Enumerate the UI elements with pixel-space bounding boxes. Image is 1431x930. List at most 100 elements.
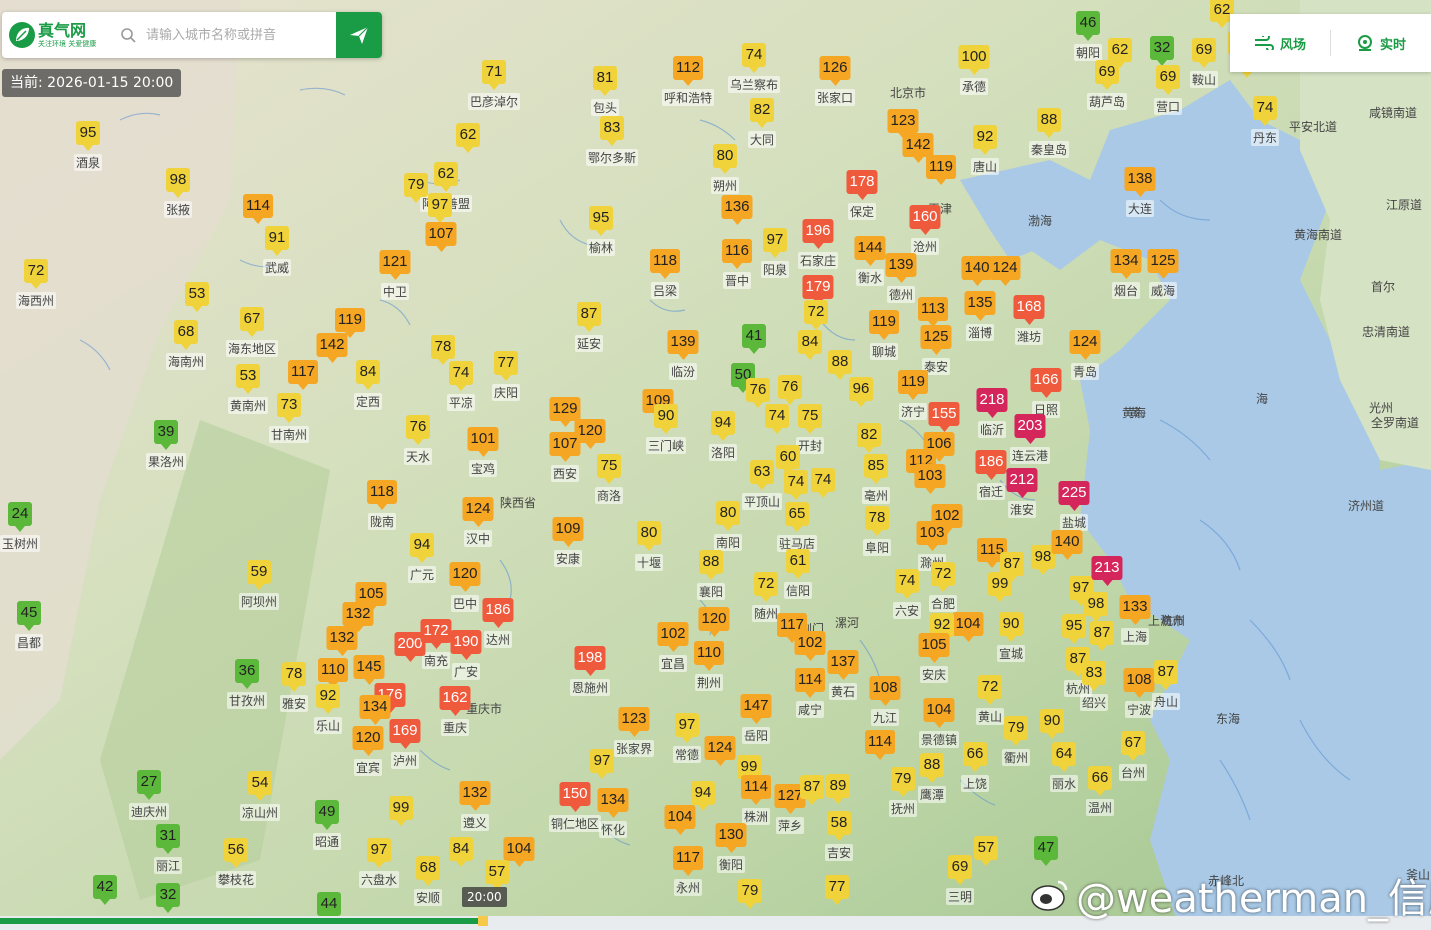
aqi-marker[interactable]: 95 bbox=[1062, 614, 1086, 644]
aqi-marker[interactable]: 74 bbox=[765, 404, 789, 434]
aqi-marker[interactable]: 95 bbox=[76, 121, 100, 151]
aqi-marker[interactable]: 168 bbox=[1013, 295, 1045, 325]
aqi-marker[interactable]: 134 bbox=[359, 695, 391, 725]
aqi-marker[interactable]: 77 bbox=[494, 351, 518, 381]
aqi-marker[interactable]: 125 bbox=[920, 325, 952, 355]
aqi-marker[interactable]: 87 bbox=[1090, 621, 1114, 651]
aqi-marker[interactable]: 68 bbox=[416, 856, 440, 886]
aqi-marker[interactable]: 95 bbox=[589, 206, 613, 236]
aqi-marker[interactable]: 75 bbox=[798, 404, 822, 434]
aqi-marker[interactable]: 73 bbox=[277, 393, 301, 423]
aqi-marker[interactable]: 72 bbox=[978, 675, 1002, 705]
aqi-marker[interactable]: 121 bbox=[379, 250, 411, 280]
aqi-marker[interactable]: 147 bbox=[740, 694, 772, 724]
aqi-marker[interactable]: 88 bbox=[699, 550, 723, 580]
aqi-marker[interactable]: 72 bbox=[804, 300, 828, 330]
aqi-marker[interactable]: 108 bbox=[869, 676, 901, 706]
aqi-marker[interactable]: 114 bbox=[865, 730, 895, 760]
aqi-marker[interactable]: 36 bbox=[235, 659, 259, 689]
aqi-marker[interactable]: 145 bbox=[353, 655, 385, 685]
aqi-marker[interactable]: 100 bbox=[958, 45, 990, 75]
aqi-marker[interactable]: 84 bbox=[449, 837, 473, 867]
aqi-marker[interactable]: 75 bbox=[597, 454, 621, 484]
aqi-marker[interactable]: 61 bbox=[786, 549, 810, 579]
aqi-marker[interactable]: 90 bbox=[654, 404, 678, 434]
aqi-marker[interactable]: 68 bbox=[174, 320, 198, 350]
aqi-marker[interactable]: 124 bbox=[462, 497, 494, 527]
aqi-marker[interactable]: 136 bbox=[721, 195, 753, 225]
realtime-button[interactable]: 实时 bbox=[1331, 14, 1431, 72]
aqi-marker[interactable]: 83 bbox=[1082, 661, 1106, 691]
search-submit-button[interactable] bbox=[336, 12, 382, 58]
aqi-marker[interactable]: 198 bbox=[574, 646, 606, 676]
aqi-marker[interactable]: 107 bbox=[425, 222, 457, 252]
city-search-input[interactable] bbox=[144, 26, 328, 44]
aqi-marker[interactable]: 97 bbox=[763, 228, 787, 258]
aqi-marker[interactable]: 118 bbox=[650, 249, 680, 279]
aqi-marker[interactable]: 109 bbox=[552, 517, 584, 547]
aqi-marker[interactable]: 126 bbox=[819, 56, 851, 86]
aqi-marker[interactable]: 82 bbox=[750, 98, 774, 128]
aqi-marker[interactable]: 88 bbox=[1037, 108, 1061, 138]
aqi-marker[interactable]: 104 bbox=[664, 805, 696, 835]
aqi-marker[interactable]: 87 bbox=[1154, 660, 1178, 690]
aqi-marker[interactable]: 62 bbox=[434, 162, 458, 192]
aqi-marker[interactable]: 99 bbox=[988, 572, 1012, 602]
aqi-marker[interactable]: 134 bbox=[597, 788, 629, 818]
aqi-marker[interactable]: 56 bbox=[224, 838, 248, 868]
aqi-marker[interactable]: 140 bbox=[961, 256, 993, 286]
aqi-marker[interactable]: 76 bbox=[778, 375, 802, 405]
aqi-marker[interactable]: 120 bbox=[449, 562, 481, 592]
aqi-marker[interactable]: 45 bbox=[17, 601, 41, 631]
aqi-marker[interactable]: 59 bbox=[247, 560, 271, 590]
aqi-marker[interactable]: 203 bbox=[1014, 414, 1046, 444]
aqi-marker[interactable]: 90 bbox=[999, 612, 1023, 642]
aqi-marker[interactable]: 117 bbox=[288, 360, 318, 390]
aqi-marker[interactable]: 123 bbox=[618, 707, 650, 737]
aqi-marker[interactable]: 74 bbox=[784, 470, 808, 500]
aqi-marker[interactable]: 135 bbox=[964, 291, 996, 321]
aqi-marker[interactable]: 166 bbox=[1030, 368, 1062, 398]
aqi-marker[interactable]: 62 bbox=[456, 123, 480, 153]
aqi-marker[interactable]: 119 bbox=[898, 370, 928, 400]
aqi-marker[interactable]: 133 bbox=[1119, 595, 1151, 625]
aqi-marker[interactable]: 172 bbox=[420, 619, 452, 649]
aqi-marker[interactable]: 169 bbox=[389, 719, 421, 749]
aqi-marker[interactable]: 196 bbox=[802, 219, 834, 249]
aqi-marker[interactable]: 114 bbox=[741, 775, 771, 805]
aqi-marker[interactable]: 41 bbox=[742, 324, 766, 354]
aqi-marker[interactable]: 118 bbox=[367, 480, 397, 510]
aqi-marker[interactable]: 132 bbox=[459, 781, 491, 811]
aqi-marker[interactable]: 79 bbox=[404, 173, 428, 203]
aqi-marker[interactable]: 125 bbox=[1147, 249, 1179, 279]
aqi-marker[interactable]: 79 bbox=[891, 767, 915, 797]
aqi-marker[interactable]: 110 bbox=[694, 641, 724, 671]
aqi-marker[interactable]: 42 bbox=[93, 875, 117, 905]
aqi-marker[interactable]: 66 bbox=[1088, 766, 1112, 796]
aqi-marker[interactable]: 140 bbox=[1051, 530, 1083, 560]
aqi-marker[interactable]: 113 bbox=[918, 297, 948, 327]
aqi-marker[interactable]: 58 bbox=[827, 811, 851, 841]
aqi-marker[interactable]: 46 bbox=[1076, 11, 1100, 41]
aqi-marker[interactable]: 160 bbox=[909, 205, 941, 235]
aqi-marker[interactable]: 72 bbox=[754, 572, 778, 602]
aqi-marker[interactable]: 49 bbox=[315, 800, 339, 830]
aqi-marker[interactable]: 84 bbox=[356, 360, 380, 390]
aqi-marker[interactable]: 162 bbox=[439, 686, 471, 716]
aqi-marker[interactable]: 212 bbox=[1006, 468, 1038, 498]
aqi-marker[interactable]: 85 bbox=[864, 454, 888, 484]
aqi-marker[interactable]: 104 bbox=[952, 612, 984, 642]
aqi-marker[interactable]: 124 bbox=[989, 256, 1021, 286]
aqi-marker[interactable]: 120 bbox=[698, 607, 730, 637]
aqi-marker[interactable]: 112 bbox=[673, 56, 703, 86]
aqi-marker[interactable]: 98 bbox=[166, 168, 190, 198]
aqi-marker[interactable]: 119 bbox=[335, 308, 365, 338]
aqi-marker[interactable]: 74 bbox=[895, 569, 919, 599]
aqi-marker[interactable]: 65 bbox=[785, 502, 809, 532]
aqi-marker[interactable]: 87 bbox=[577, 302, 601, 332]
wind-field-button[interactable]: 风场 bbox=[1230, 14, 1330, 72]
aqi-marker[interactable]: 54 bbox=[248, 771, 272, 801]
aqi-marker[interactable]: 78 bbox=[282, 662, 306, 692]
aqi-marker[interactable]: 114 bbox=[243, 194, 273, 224]
aqi-marker[interactable]: 150 bbox=[559, 782, 591, 812]
